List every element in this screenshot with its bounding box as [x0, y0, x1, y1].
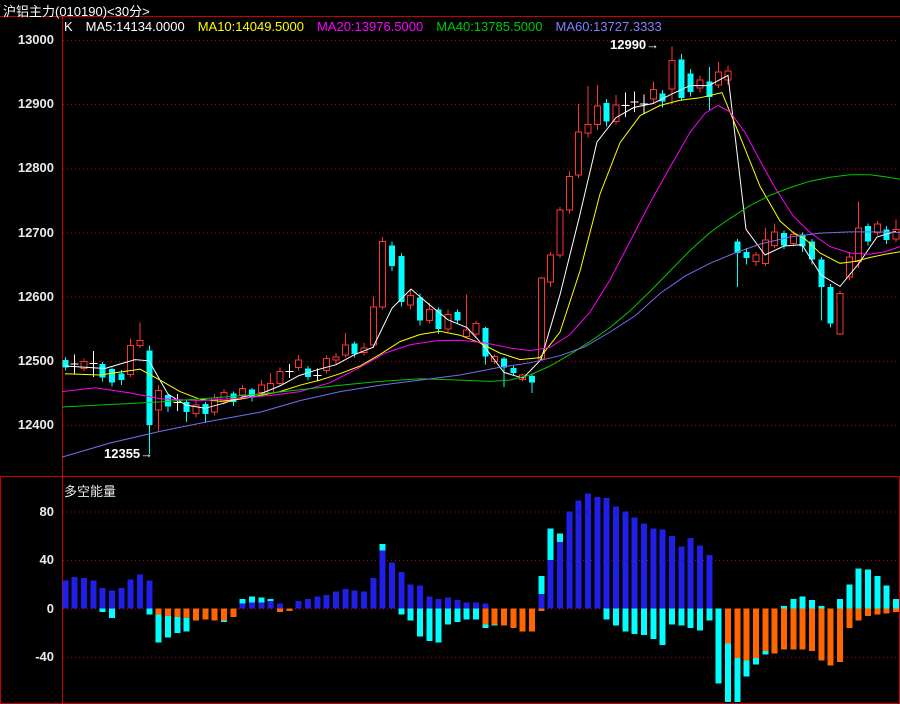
indicator-name-label: 多空能量: [64, 484, 117, 499]
indicator-tick-label: 0: [46, 600, 54, 616]
indicator-tick-label: 80: [39, 503, 54, 519]
legend-ma5: MA5:14134.0000: [85, 19, 185, 34]
price-tick-label: 12800: [17, 160, 54, 176]
ma-line-ma20: [61, 104, 900, 402]
legend-ma40: MA40:13785.5000: [436, 19, 543, 34]
chart-type-label: K: [64, 19, 73, 34]
price-tick-label: 12600: [17, 288, 54, 304]
ma-line-ma40: [61, 174, 900, 408]
price-tick-label: 12400: [17, 417, 54, 432]
price-tick-label: 12700: [17, 224, 54, 240]
chart-title: 沪铝主力(010190)<30分>: [3, 4, 150, 19]
indicator-tick-label: -40: [35, 649, 54, 664]
price-tick-label: 13000: [17, 32, 54, 47]
ma-legend: K MA5:14134.0000 MA10:14049.5000 MA20:1397…: [64, 19, 662, 34]
indicator-tick-label: 40: [39, 552, 54, 567]
price-annotation: 12990→: [610, 37, 660, 52]
trading-app-window: 沪铝主力(010190)<30分> K MA5:14134.0000 MA10:1…: [0, 0, 900, 704]
ma-line-ma60: [61, 231, 900, 458]
legend-ma20: MA20:13976.5000: [316, 19, 424, 34]
legend-ma10: MA10:14049.5000: [197, 19, 304, 34]
legend-ma60: MA60:13727.3333: [555, 19, 662, 34]
price-tick-label: 12900: [17, 96, 54, 112]
kline-chart-canvas[interactable]: [0, 0, 900, 704]
price-annotation: 12355→: [104, 446, 154, 461]
price-tick-label: 12500: [17, 352, 54, 368]
